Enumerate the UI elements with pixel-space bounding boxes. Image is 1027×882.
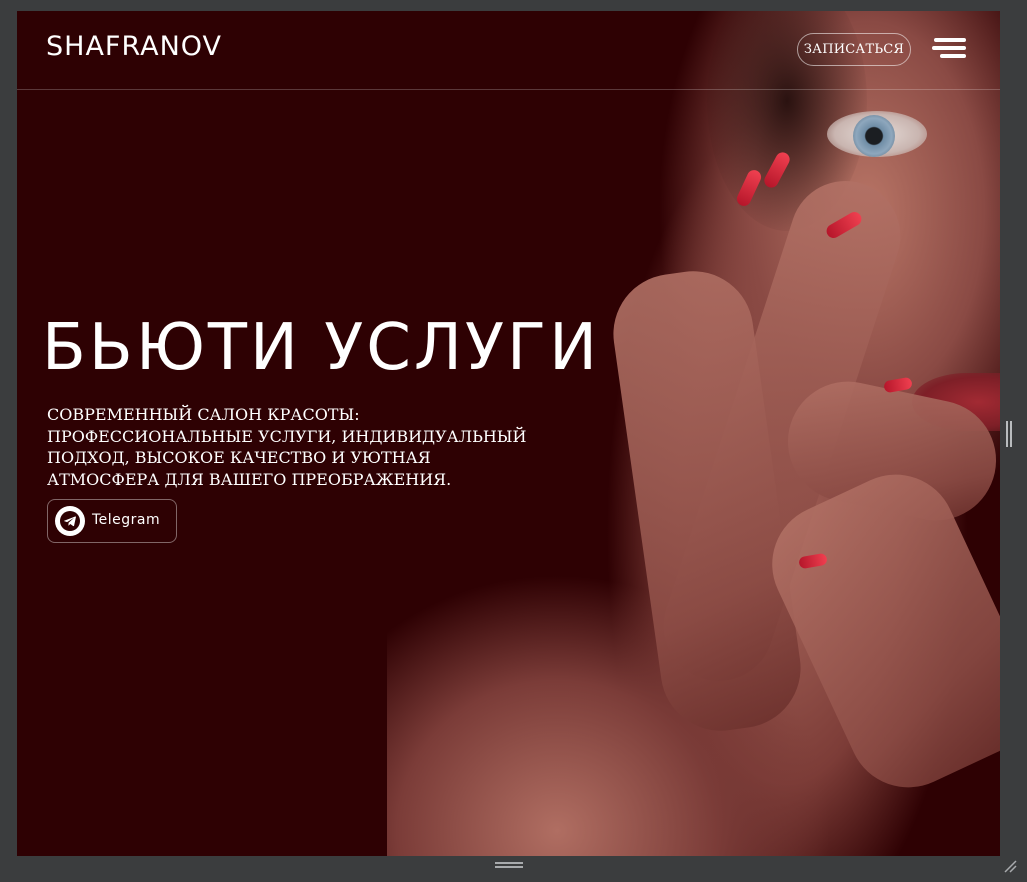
page-viewport: SHAFRANOV ЗАПИСАТЬСЯ БЬЮТИ УСЛУГИ Соврем… [17, 11, 1000, 856]
hamburger-menu-icon[interactable] [932, 36, 966, 60]
telegram-label: Telegram [92, 512, 161, 528]
signup-button[interactable]: ЗАПИСАТЬСЯ [797, 33, 911, 66]
horizontal-resize-handle[interactable] [495, 862, 523, 870]
site-header: SHAFRANOV ЗАПИСАТЬСЯ [17, 11, 1000, 90]
hero-title: БЬЮТИ УСЛУГИ [42, 311, 600, 385]
brand-logo[interactable]: SHAFRANOV [46, 31, 222, 62]
vertical-resize-handle[interactable] [1006, 421, 1012, 447]
app-window: SHAFRANOV ЗАПИСАТЬСЯ БЬЮТИ УСЛУГИ Соврем… [0, 0, 1027, 882]
telegram-button[interactable]: Telegram [47, 499, 177, 543]
corner-resize-grip-icon[interactable] [1002, 858, 1018, 874]
hero-description: Современный салон красоты: профессиональ… [47, 405, 527, 489]
telegram-icon [55, 506, 85, 536]
